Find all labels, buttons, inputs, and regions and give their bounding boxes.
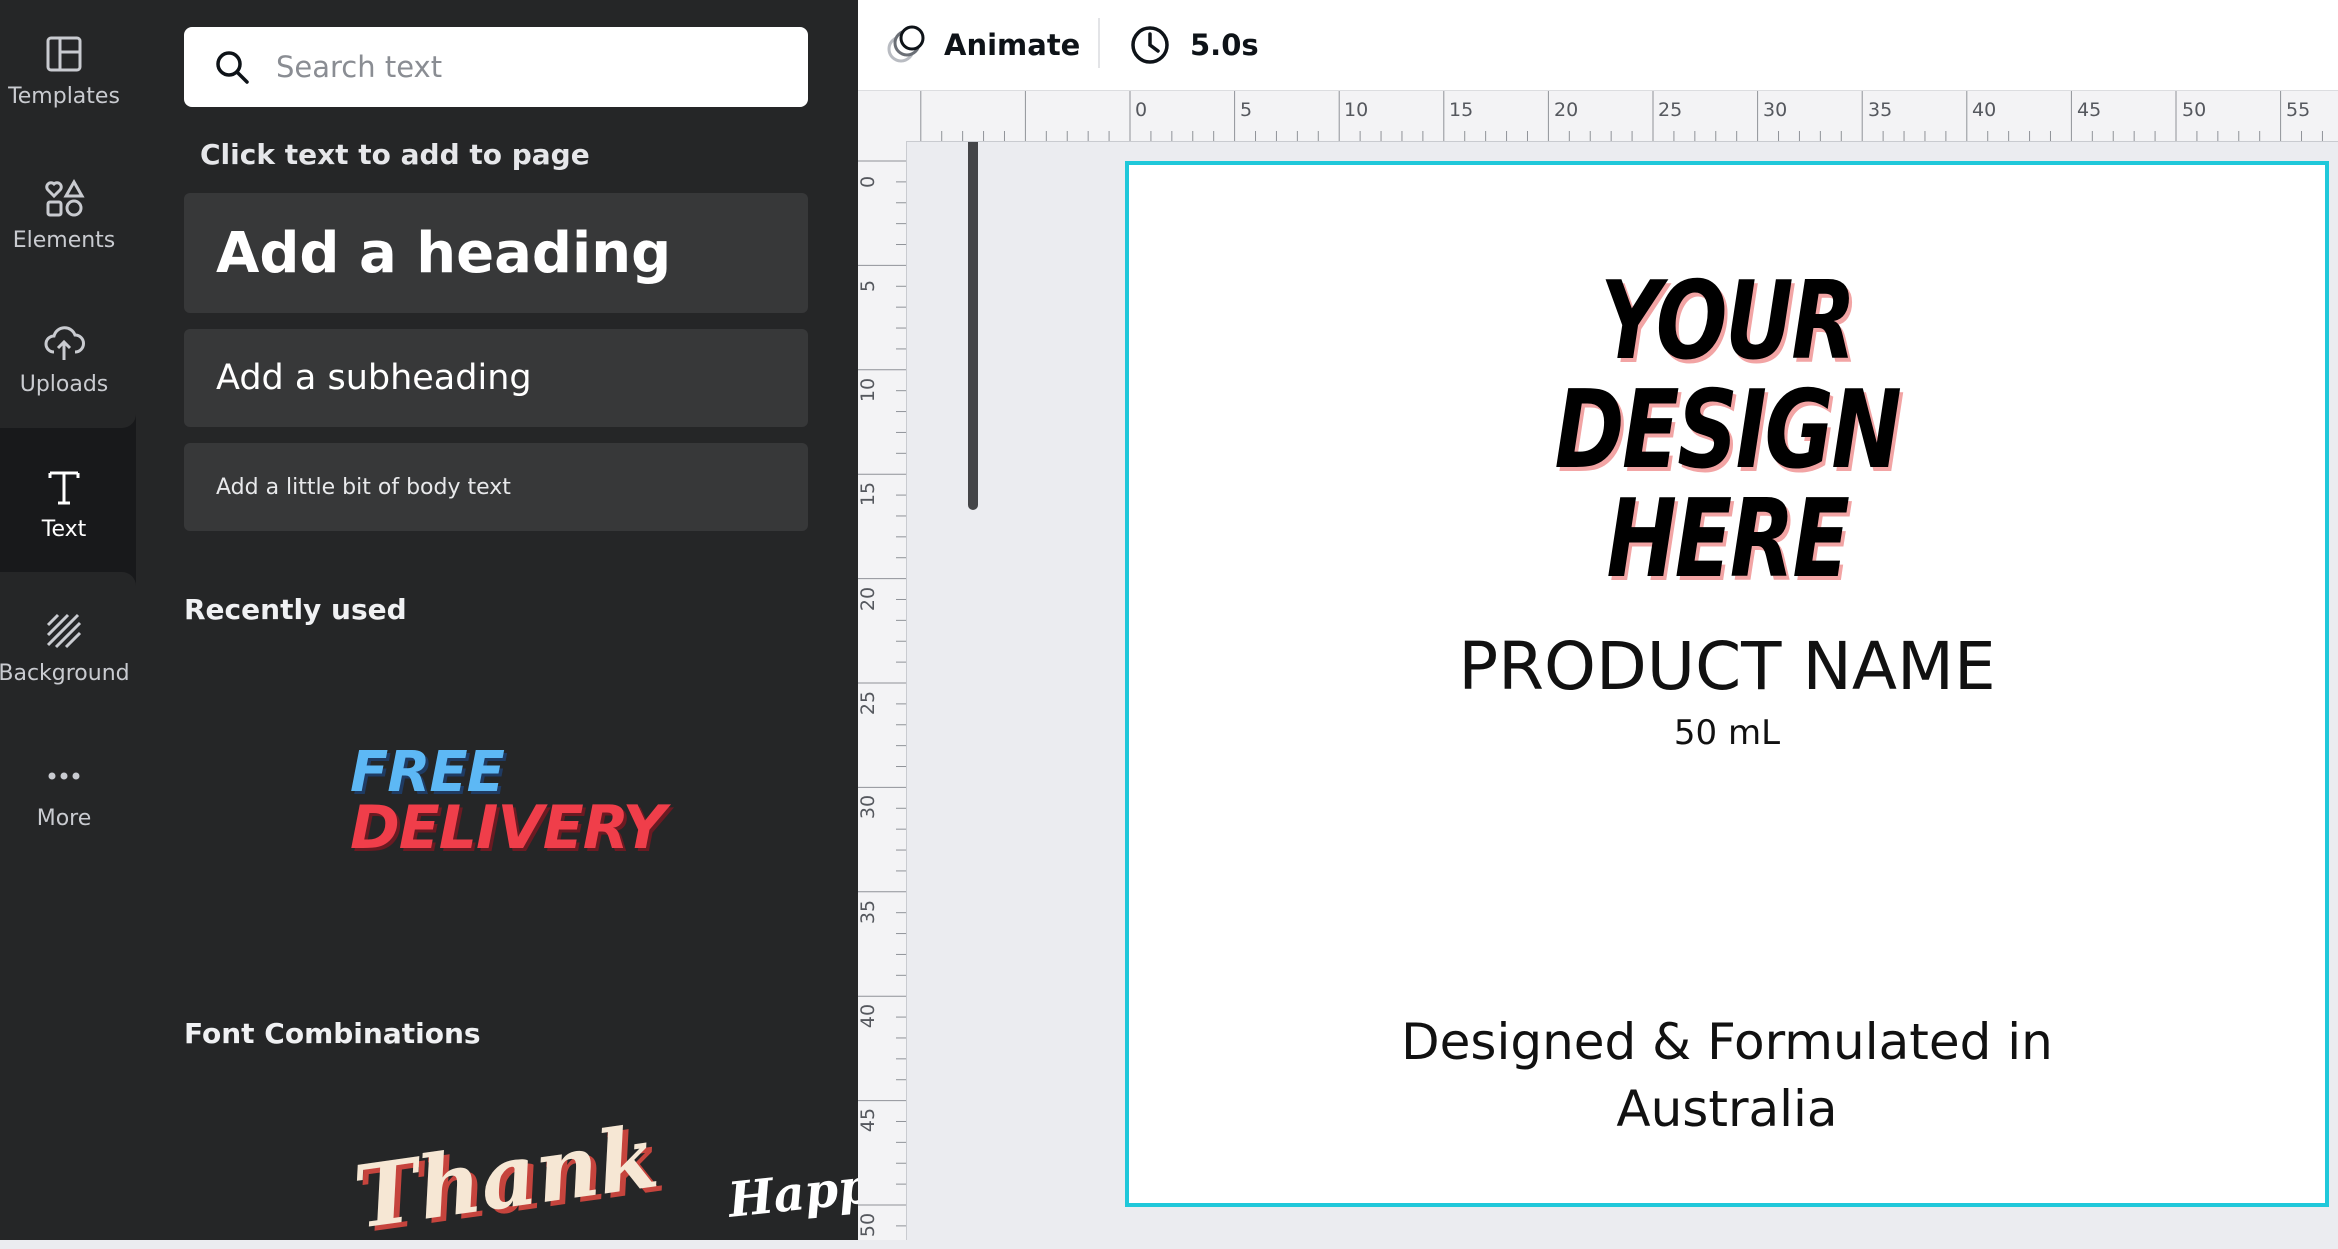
- ruler-label-h: 50: [2182, 99, 2207, 121]
- more-dots-icon: [48, 772, 80, 779]
- rail-item-uploads[interactable]: Uploads: [0, 298, 128, 418]
- rail-item-background[interactable]: Background: [0, 587, 130, 707]
- ruler-label-h: 55: [2286, 99, 2311, 121]
- add-body-text-button[interactable]: Add a little bit of body text: [184, 443, 808, 531]
- ruler-label-v: 10: [857, 377, 880, 403]
- rail-label-templates: Templates: [8, 83, 120, 109]
- toolbar-divider: [1098, 18, 1100, 68]
- ruler-label-h: 35: [1868, 99, 1893, 121]
- rail-item-text[interactable]: Text: [0, 443, 128, 563]
- text-icon: [48, 471, 80, 504]
- clock-icon: [1131, 26, 1169, 64]
- ruler-label-v: 40: [857, 1003, 880, 1029]
- text-panel: Click text to add to page Add a heading …: [136, 0, 978, 1249]
- rail-item-elements[interactable]: Elements: [0, 154, 128, 274]
- ruler-label-h: 45: [2077, 99, 2102, 121]
- search-icon: [216, 51, 249, 84]
- ruler-label-v: 50: [857, 1212, 880, 1238]
- duration-label: 5.0s: [1190, 28, 1259, 62]
- ruler-label-v: 35: [857, 899, 880, 925]
- top-toolbar: Animate 5.0s: [858, 0, 2338, 91]
- footer-text-line-2[interactable]: Australia: [1129, 1080, 2325, 1138]
- add-subheading-button[interactable]: Add a subheading: [184, 329, 808, 427]
- duration-button[interactable]: 5.0s: [1128, 0, 1259, 90]
- side-rail: Templates Elements Uploads Text Backgrou…: [0, 0, 136, 1240]
- add-heading-button[interactable]: Add a heading: [184, 193, 808, 313]
- product-name-text[interactable]: PRODUCT NAME: [1129, 628, 2325, 705]
- rail-label-background: Background: [0, 660, 130, 686]
- design-text-line-2[interactable]: DESIGN: [1261, 377, 2194, 485]
- ruler-label-h: 40: [1972, 99, 1997, 121]
- ruler-label-h: 0: [1135, 99, 1148, 121]
- ruler-label-h: 25: [1658, 99, 1683, 121]
- ruler-label-v: 30: [857, 794, 880, 820]
- click-text-hint: Click text to add to page: [200, 138, 590, 171]
- panel-scrollbar[interactable]: [968, 100, 978, 510]
- search-input[interactable]: [274, 49, 758, 85]
- ruler-label-h: 30: [1763, 99, 1788, 121]
- ruler-label-h: 15: [1449, 99, 1474, 121]
- search-box[interactable]: [184, 27, 808, 107]
- ruler-label-h: 10: [1344, 99, 1369, 121]
- recently-used-title: Recently used: [184, 593, 407, 626]
- ruler-label-h: 20: [1554, 99, 1579, 121]
- ruler-label-v: 0: [857, 175, 880, 189]
- sticker-line-delivery: DELIVERY: [350, 793, 666, 863]
- design-page[interactable]: YOUR DESIGN HERE PRODUCT NAME 50 mL Desi…: [1125, 161, 2329, 1207]
- ruler-label-v: 25: [857, 690, 880, 716]
- ruler-label-v: 45: [857, 1107, 880, 1133]
- footer-text-line-1[interactable]: Designed & Formulated in: [1129, 1013, 2325, 1071]
- design-text-line-3[interactable]: HERE: [1261, 486, 2194, 594]
- rail-label-text: Text: [41, 516, 87, 542]
- rail-label-elements: Elements: [12, 227, 116, 253]
- combo-sticker-thank[interactable]: Thank: [348, 1106, 663, 1248]
- ruler-label-v: 15: [857, 481, 880, 507]
- upload-cloud-icon: [44, 325, 85, 360]
- rail-label-more: More: [36, 805, 92, 831]
- volume-text[interactable]: 50 mL: [1129, 713, 2325, 753]
- font-combinations-title: Font Combinations: [184, 1017, 481, 1050]
- ruler-horizontal-ticks: [920, 91, 2323, 141]
- animate-button[interactable]: Animate: [884, 0, 1080, 90]
- background-icon: [46, 613, 82, 648]
- rail-item-templates[interactable]: Templates: [0, 10, 128, 130]
- ruler-label-h: 5: [1240, 99, 1253, 121]
- animate-label: Animate: [944, 28, 1081, 62]
- rail-item-more[interactable]: More: [0, 732, 128, 852]
- ruler-label-v: 5: [857, 279, 880, 293]
- animate-icon: [887, 25, 925, 63]
- ruler-vertical[interactable]: 0 5 10 15 20 25 30 35 40 45 50: [857, 141, 907, 1240]
- templates-icon: [46, 36, 82, 71]
- elements-icon: [45, 178, 85, 216]
- ruler-corner: [858, 91, 907, 142]
- ruler-horizontal[interactable]: 0 5 10 15 20 25 30 35 40 45 50 55: [906, 91, 2338, 142]
- rail-label-uploads: Uploads: [19, 371, 109, 397]
- ruler-label-v: 20: [857, 586, 880, 612]
- design-text-line-1[interactable]: YOUR: [1261, 268, 2194, 376]
